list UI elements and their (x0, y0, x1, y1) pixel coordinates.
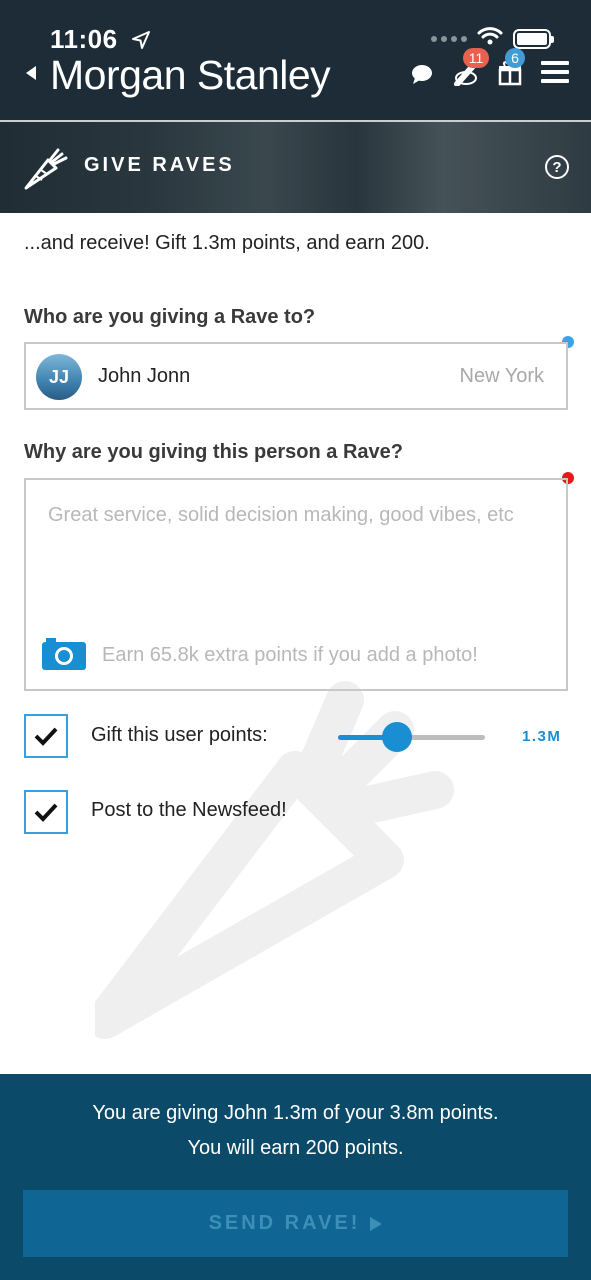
send-rave-label: SEND RAVE! (208, 1212, 361, 1234)
raves-button[interactable]: 11 (453, 48, 489, 87)
status-indicators (431, 26, 554, 51)
back-chevron-icon[interactable] (26, 66, 36, 80)
reason-placeholder: Great service, solid decision making, go… (48, 504, 514, 526)
reason-textarea[interactable]: Great service, solid decision making, go… (24, 478, 568, 691)
summary-line-1: You are giving John 1.3m of your 3.8m po… (92, 1102, 499, 1124)
gifts-badge: 6 (505, 48, 525, 68)
signal-dots-icon (431, 35, 467, 42)
carrot-logo-icon (22, 146, 70, 197)
gift-points-checkbox[interactable] (24, 714, 68, 758)
points-slider-value: 1.3M (522, 728, 562, 745)
checkmark-icon (34, 803, 58, 822)
photo-hint: Earn 65.8k extra points if you add a pho… (102, 644, 478, 666)
recipient-label: Who are you giving a Rave to? (24, 306, 316, 328)
avatar: JJ (36, 354, 82, 400)
gift-points-label: Gift this user points: (91, 724, 268, 746)
newsfeed-checkbox[interactable] (24, 790, 68, 834)
reason-label: Why are you giving this person a Rave? (24, 441, 403, 463)
gifts-button[interactable]: 6 (497, 48, 525, 86)
status-time-text: 11:06 (50, 24, 118, 54)
recipient-field[interactable]: JJ John Jonn New York (24, 342, 568, 410)
intro-text: ...and receive! Gift 1.3m points, and ea… (24, 232, 430, 254)
send-rave-button[interactable]: SEND RAVE! (23, 1190, 568, 1257)
chat-icon (412, 65, 432, 84)
chat-button[interactable] (409, 58, 435, 86)
brand-title[interactable]: Morgan Stanley (50, 52, 331, 99)
points-slider-handle[interactable] (382, 722, 412, 752)
checkmark-icon (34, 727, 58, 746)
newsfeed-label: Post to the Newsfeed! (91, 799, 287, 821)
points-slider[interactable] (338, 722, 485, 752)
banner-title: GIVE RAVES (84, 154, 235, 176)
header-actions: 11 6 (409, 48, 569, 87)
recipient-name: John Jonn (98, 365, 191, 387)
menu-icon[interactable] (541, 61, 569, 83)
summary-line-2: You will earn 200 points. (187, 1137, 404, 1159)
give-raves-banner: GIVE RAVES ? (0, 120, 591, 213)
notifications-badge: 11 (463, 48, 489, 68)
app-header: 11:06 Morgan Stanley 11 6 (0, 0, 591, 120)
battery-icon (513, 28, 554, 49)
play-arrow-icon (370, 1216, 383, 1231)
help-icon[interactable]: ? (545, 155, 569, 179)
camera-icon[interactable] (40, 636, 88, 677)
recipient-city: New York (459, 365, 545, 387)
